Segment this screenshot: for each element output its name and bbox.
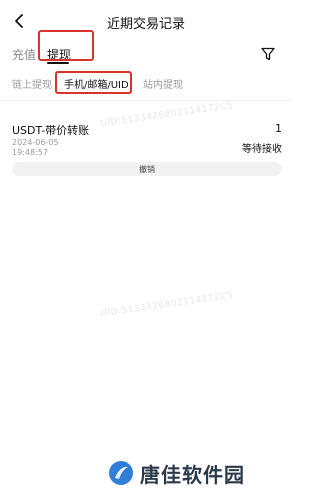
brand-logo-icon	[109, 461, 133, 485]
transaction-record: USDT-带价转账 1 2024-06-05 19:48:57 等待接收 撤销	[12, 118, 282, 178]
record-date: 2024-06-05	[12, 138, 59, 147]
divider	[0, 100, 292, 101]
main-tabs: 充值 提现	[0, 40, 292, 68]
active-tab-underline	[47, 62, 69, 64]
record-amount: 1	[275, 122, 282, 135]
brand-watermark: 唐佳软件园	[108, 458, 245, 488]
record-title: USDT-带价转账	[12, 124, 90, 137]
subtab-phone-email-uid[interactable]: 手机/邮箱/UID	[64, 76, 129, 91]
brand-name: 唐佳软件园	[140, 462, 245, 487]
filter-button[interactable]	[258, 44, 278, 64]
tab-deposit[interactable]: 充值	[12, 46, 36, 63]
record-status: 等待接收	[242, 144, 282, 155]
tab-withdraw[interactable]: 提现	[47, 46, 71, 63]
cancel-button[interactable]: 撤销	[12, 162, 282, 176]
funnel-icon	[261, 47, 275, 61]
top-bar: 近期交易记录	[0, 0, 292, 40]
subtab-internal[interactable]: 站内提现	[143, 76, 183, 91]
sub-tabs: 链上提现 手机/邮箱/UID 站内提现	[0, 72, 292, 94]
watermark: UID:5133426802114172C5	[99, 290, 234, 320]
record-time: 19:48:57	[12, 148, 48, 157]
page-title: 近期交易记录	[106, 17, 185, 32]
subtab-onchain[interactable]: 链上提现	[12, 76, 52, 91]
